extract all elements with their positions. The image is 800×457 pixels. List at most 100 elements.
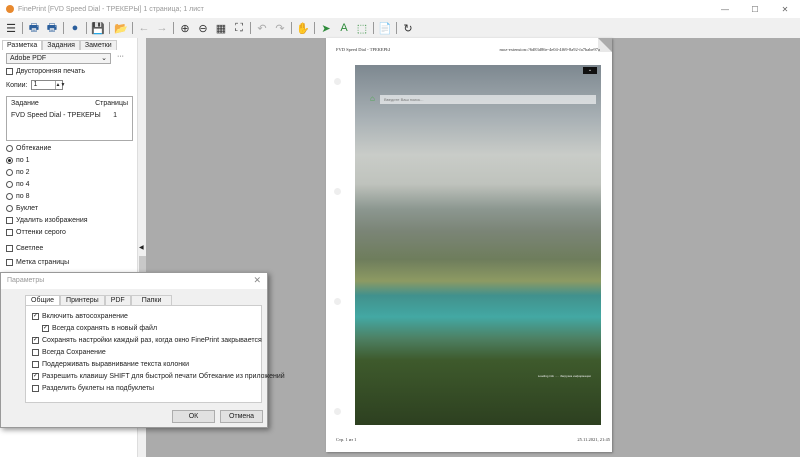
close-button[interactable]: ✕ — [770, 0, 800, 18]
dialog-option-checkbox[interactable]: Разделить буклеты на подбуклеты — [32, 385, 154, 392]
checkbox-box — [32, 349, 39, 356]
layout-radio[interactable]: по 2 — [6, 169, 30, 176]
tab-pdf[interactable]: PDF — [104, 295, 131, 305]
printer-more-button[interactable]: ··· — [117, 53, 124, 60]
back-arrow-icon[interactable]: ← — [137, 21, 151, 35]
undo-icon[interactable]: ↶ — [255, 21, 269, 35]
toolbar: ☰ 🖶 🖶 ● 💾 📂 ← → ⊕ ⊖ ▦ ⛶ ↶ ↷ ✋ ➤ A ⬚ 📄 ↻ — [0, 18, 800, 38]
page-fold — [598, 38, 612, 52]
grid-icon[interactable]: ▦ — [214, 21, 228, 35]
option-label: Удалить изображения — [16, 217, 88, 224]
layout-radio[interactable]: по 1 — [6, 157, 30, 164]
tab-notes[interactable]: Заметки — [79, 40, 117, 50]
checkbox-box — [6, 259, 13, 266]
save-icon[interactable]: 💾 — [91, 21, 105, 35]
radio-button — [6, 169, 13, 176]
refresh-icon[interactable]: ↻ — [401, 21, 415, 35]
tab-layout[interactable]: Разметка — [2, 40, 43, 50]
pointer-icon[interactable]: ➤ — [319, 21, 333, 35]
print-icon[interactable]: 🖶 — [27, 21, 41, 35]
cancel-button[interactable]: Отмена — [220, 410, 263, 423]
punch-hole — [334, 78, 341, 85]
dialog-option-checkbox[interactable]: ✓ Разрешить клавишу SHIFT для быстрой печ… — [32, 373, 285, 380]
layout-label: по 2 — [16, 169, 30, 176]
zoom-out-icon[interactable]: ⊖ — [196, 21, 210, 35]
tab-jobs[interactable]: Задания — [42, 40, 80, 50]
title-bar: FinePrint [FVD Speed Dial - ТРЕКЕРЫ] 1 с… — [0, 0, 800, 18]
landscape-screenshot: ⌄ ⌂ Введите Ваш поиск... Loading info ..… — [355, 65, 601, 425]
toolbar-separator — [291, 22, 292, 34]
layout-radio[interactable]: по 8 — [6, 193, 30, 200]
spin-arrows-icon[interactable]: ▲▼ — [54, 81, 65, 89]
maximize-button[interactable]: ☐ — [740, 0, 770, 18]
tab-folders[interactable]: Папки — [130, 295, 173, 305]
dialog-option-label: Включить автосохранение — [42, 313, 128, 320]
radio-button — [6, 205, 13, 212]
jobs-header-job: Задание — [11, 100, 39, 107]
menu-icon[interactable]: ☰ — [4, 21, 18, 35]
forward-arrow-icon[interactable]: → — [155, 21, 169, 35]
fit-page-icon[interactable]: ⛶ — [232, 21, 246, 35]
layout-radio[interactable]: Буклет — [6, 205, 38, 212]
jobs-header-pages: Страницы — [95, 100, 128, 107]
printer-select[interactable]: Adobe PDF ⌄ — [6, 53, 111, 64]
general-panel: ✓ Включить автосохранение ✓ Всегда сохранят… — [25, 305, 285, 403]
collapse-arrow-icon[interactable]: ◀ — [139, 244, 144, 251]
toolbar-separator — [314, 22, 315, 34]
dialog-option-checkbox[interactable]: ✓ Сохранять настройки каждый раз, когда о… — [32, 337, 262, 344]
toolbar-separator — [22, 22, 23, 34]
hand-icon[interactable]: ✋ — [296, 21, 310, 35]
page-header-left: FVD Speed Dial - ТРЕКЕРЫ — [336, 47, 390, 52]
tab-printers[interactable]: Принтеры — [60, 295, 105, 305]
copies-stepper[interactable]: 1 ▲▼ — [30, 80, 65, 90]
select-area-icon[interactable]: ⬚ — [355, 21, 369, 35]
redo-icon[interactable]: ↷ — [273, 21, 287, 35]
zoom-in-icon[interactable]: ⊕ — [178, 21, 192, 35]
chevron-down-icon: ⌄ — [583, 67, 597, 74]
copies-value: 1 — [33, 81, 38, 88]
dialog-option-label: Разрешить клавишу SHIFT для быстрой печа… — [42, 373, 285, 380]
job-name[interactable]: FVD Speed Dial - ТРЕКЕРЫ — [11, 112, 101, 119]
dialog-option-checkbox[interactable]: ✓ Всегда сохранять в новый файл — [42, 325, 157, 332]
checkbox-box — [32, 385, 39, 392]
dialog-option-label: Всегда Сохранение — [42, 349, 106, 356]
dialog-option-checkbox[interactable]: ✓ Включить автосохранение — [32, 313, 128, 320]
dialog-option-label: Поддерживать выравнивание текста колонки — [42, 361, 190, 368]
notes-icon[interactable]: 📄 — [378, 21, 392, 35]
dialog-option-checkbox[interactable]: Поддерживать выравнивание текста колонки — [32, 361, 189, 368]
dialog-option-checkbox[interactable]: Всегда Сохранение — [32, 349, 106, 356]
print-preview-icon[interactable]: 🖶 — [45, 21, 59, 35]
option-label: Оттенки серого — [16, 229, 66, 236]
layout-label: по 4 — [16, 181, 30, 188]
checkbox-box — [6, 217, 13, 224]
ok-button[interactable]: ОК — [172, 410, 215, 423]
text-tool-icon[interactable]: A — [337, 21, 351, 35]
layout-radio[interactable]: Обтекание — [6, 145, 51, 152]
checkbox-box — [6, 229, 13, 236]
printer-select-value: Adobe PDF — [10, 55, 47, 62]
duplex-checkbox[interactable]: Двусторонняя печать — [6, 68, 85, 75]
fineprint-app-icon — [6, 5, 14, 13]
option-checkbox[interactable]: Светлее — [6, 245, 43, 252]
toolbar-separator — [173, 22, 174, 34]
radio-button — [6, 157, 13, 164]
tab-general[interactable]: Общие — [25, 295, 61, 305]
pdf-icon[interactable]: ● — [68, 21, 82, 35]
option-checkbox[interactable]: Метка страницы — [6, 259, 69, 266]
option-label: Светлее — [16, 245, 44, 252]
layout-label: Обтекание — [16, 145, 52, 152]
open-folder-icon[interactable]: 📂 — [114, 21, 128, 35]
toolbar-separator — [63, 22, 64, 34]
home-icon: ⌂ — [370, 94, 375, 103]
minimize-button[interactable]: — — [710, 0, 740, 18]
punch-hole — [334, 188, 341, 195]
option-checkbox[interactable]: Оттенки серого — [6, 229, 66, 236]
jobs-list: Задание Страницы FVD Speed Dial - ТРЕКЕР… — [6, 96, 133, 141]
layout-radio[interactable]: по 4 — [6, 181, 30, 188]
dialog-close-icon[interactable]: ✕ — [253, 275, 261, 286]
checkbox-box: ✓ — [32, 337, 39, 344]
copies-label: Копии: — [6, 81, 28, 89]
duplex-label: Двусторонняя печать — [16, 68, 85, 75]
option-label: Метка страницы — [16, 259, 70, 266]
option-checkbox[interactable]: Удалить изображения — [6, 217, 88, 224]
